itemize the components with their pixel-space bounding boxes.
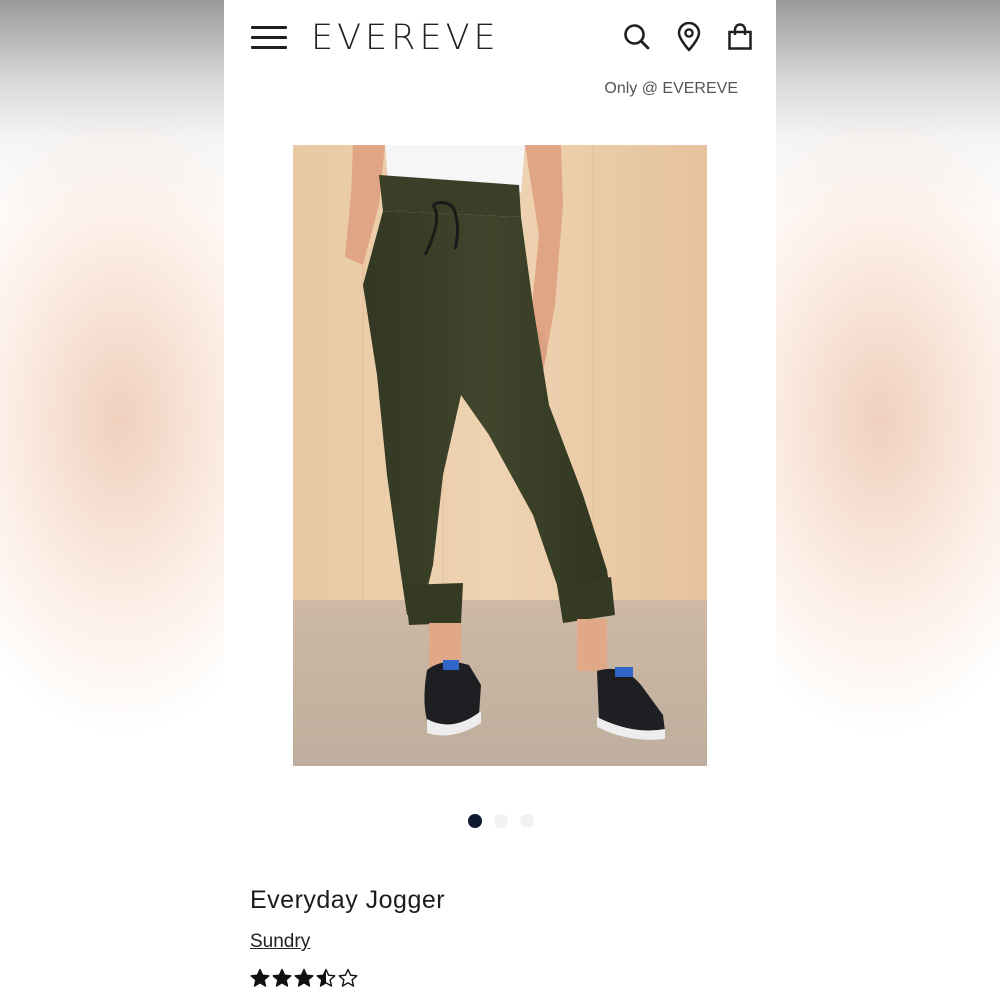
mobile-page: EVEREVE Only @ EVEREVE Everyday Jogger S… [224, 0, 776, 1000]
site-header: EVEREVE [224, 0, 776, 76]
rating-star-icon [316, 968, 336, 987]
exclusive-badge-link[interactable]: Only @ EVEREVE [604, 80, 738, 98]
brand-link[interactable]: Sundry [250, 931, 310, 953]
product-image[interactable] [293, 145, 707, 766]
hamburger-menu-icon[interactable] [251, 24, 287, 52]
product-title: Everyday Jogger [250, 886, 446, 914]
shopping-bag-icon[interactable] [725, 22, 755, 52]
carousel-dot-3[interactable] [520, 814, 534, 828]
brand-logo[interactable]: EVEREVE [311, 18, 500, 58]
location-pin-icon[interactable] [674, 21, 704, 52]
rating-star-icon [294, 968, 314, 987]
rating-star-icon [272, 968, 292, 987]
rating-star-icon [250, 968, 270, 987]
image-carousel-dots [468, 814, 534, 828]
carousel-dot-1[interactable] [468, 814, 482, 828]
star-rating[interactable] [250, 968, 358, 988]
rating-star-icon [338, 968, 358, 987]
carousel-dot-2[interactable] [494, 814, 508, 828]
search-icon[interactable] [622, 22, 652, 52]
